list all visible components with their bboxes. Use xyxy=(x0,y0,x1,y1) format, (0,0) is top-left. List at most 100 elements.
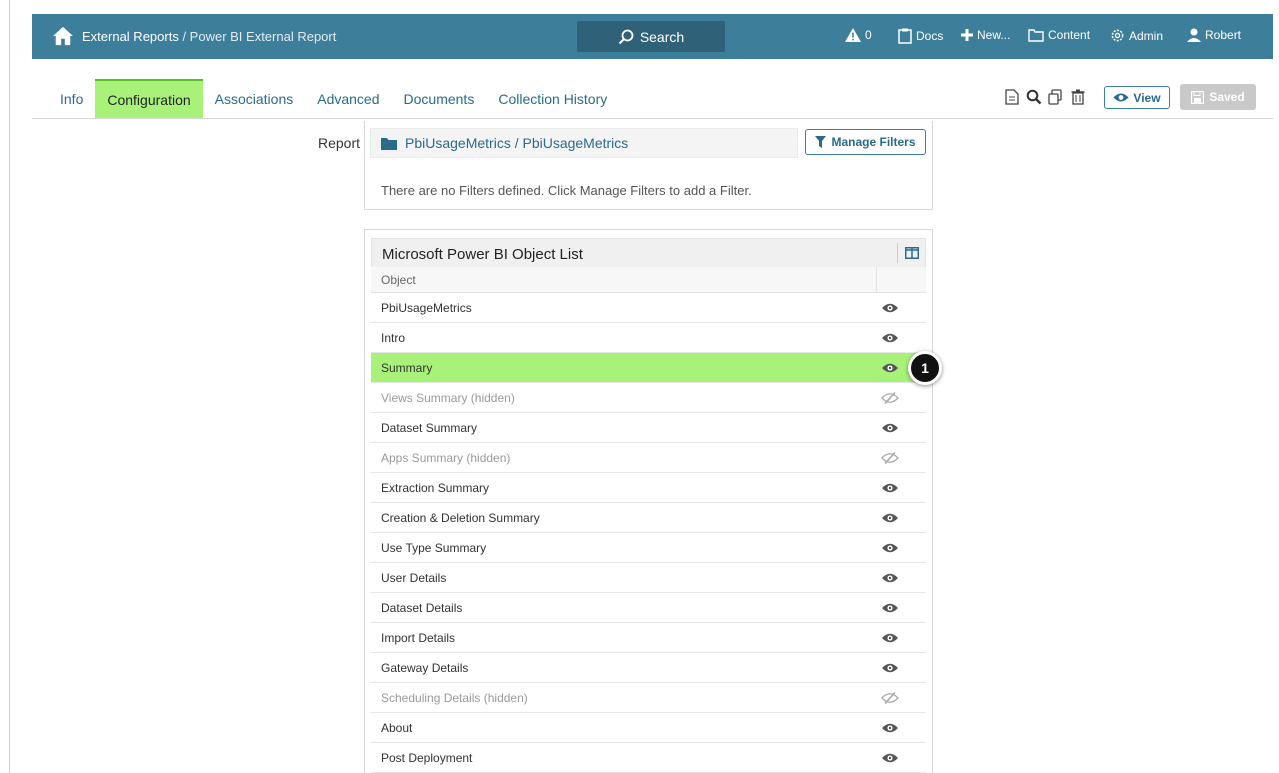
columns-icon[interactable] xyxy=(897,243,919,263)
object-row-label: Import Details xyxy=(381,631,456,645)
object-row[interactable]: Extraction Summary xyxy=(371,473,926,503)
object-row[interactable]: PbiUsageMetrics xyxy=(371,293,926,323)
breadcrumb-root[interactable]: External Reports xyxy=(82,29,179,44)
content-button[interactable]: Content xyxy=(1028,28,1090,42)
eye-icon[interactable] xyxy=(881,421,899,435)
folder-icon xyxy=(1028,29,1044,42)
tab-configuration[interactable]: Configuration xyxy=(95,79,203,119)
object-row-label: Summary xyxy=(381,361,433,375)
alerts-count: 0 xyxy=(865,28,872,42)
tab-collection-history[interactable]: Collection History xyxy=(486,79,619,119)
saved-label: Saved xyxy=(1209,90,1245,104)
warning-icon xyxy=(845,28,861,42)
object-row-label: Creation & Deletion Summary xyxy=(381,511,540,525)
eye-icon[interactable] xyxy=(881,541,899,555)
step-callout-badge: 1 xyxy=(908,351,942,385)
tab-bar: Info Configuration Associations Advanced… xyxy=(48,79,619,119)
object-list-title: Microsoft Power BI Object List xyxy=(382,246,583,263)
search-button[interactable]: Search xyxy=(577,21,725,52)
object-row-label: PbiUsageMetrics xyxy=(381,301,472,315)
eye-icon[interactable] xyxy=(881,331,899,345)
column-divider xyxy=(876,267,877,293)
clipboard-icon xyxy=(898,28,912,44)
eye-icon[interactable] xyxy=(881,631,899,645)
document-icon[interactable] xyxy=(1003,88,1021,106)
eye-slash-icon[interactable] xyxy=(881,391,899,405)
eye-icon[interactable] xyxy=(881,301,899,315)
home-icon[interactable] xyxy=(52,26,74,46)
object-row[interactable]: Intro xyxy=(371,323,926,353)
eye-slash-icon[interactable] xyxy=(881,451,899,465)
user-menu[interactable]: Robert xyxy=(1187,28,1241,42)
object-list-header: Microsoft Power BI Object List xyxy=(371,238,926,268)
object-row[interactable]: Dataset Summary xyxy=(371,413,926,443)
object-column-header[interactable]: Object xyxy=(371,267,926,293)
tab-advanced[interactable]: Advanced xyxy=(305,79,391,119)
object-row-label: Post Deployment xyxy=(381,751,473,765)
docs-button[interactable]: Docs xyxy=(898,28,943,44)
admin-button[interactable]: Admin xyxy=(1110,28,1163,43)
no-filters-message: There are no Filters defined. Click Mana… xyxy=(381,183,752,198)
window-edge xyxy=(9,0,10,773)
object-row[interactable]: Post Deployment xyxy=(371,743,926,773)
content-label: Content xyxy=(1048,28,1091,42)
saved-button: Saved xyxy=(1180,84,1256,110)
object-row-label: Views Summary (hidden) xyxy=(381,391,515,405)
search-icon[interactable] xyxy=(1025,88,1043,106)
object-row[interactable]: About xyxy=(371,713,926,743)
object-row-label: Extraction Summary xyxy=(381,481,490,495)
copy-icon[interactable] xyxy=(1047,88,1065,106)
object-row-label: Dataset Summary xyxy=(381,421,478,435)
object-row-label: User Details xyxy=(381,571,447,585)
object-row-label: About xyxy=(381,721,413,735)
object-row[interactable]: Dataset Details xyxy=(371,593,926,623)
search-label: Search xyxy=(639,28,685,45)
top-navigation-bar: External Reports / Power BI External Rep… xyxy=(32,14,1273,59)
object-row[interactable]: Views Summary (hidden) xyxy=(371,383,926,413)
new-button[interactable]: New... xyxy=(961,28,1010,42)
tab-divider xyxy=(32,118,1273,119)
tab-info[interactable]: Info xyxy=(48,79,95,119)
report-selector[interactable]: PbiUsageMetrics / PbiUsageMetrics xyxy=(370,128,798,158)
object-row-label: Apps Summary (hidden) xyxy=(381,451,511,465)
object-row[interactable]: Import Details xyxy=(371,623,926,653)
eye-icon[interactable] xyxy=(881,601,899,615)
gear-icon xyxy=(1111,29,1124,42)
filter-icon xyxy=(815,136,827,148)
view-label: View xyxy=(1133,90,1161,105)
breadcrumb-separator: / xyxy=(178,29,190,44)
report-path: PbiUsageMetrics / PbiUsageMetrics xyxy=(405,135,629,151)
admin-label: Admin xyxy=(1129,28,1164,43)
object-row[interactable]: User Details xyxy=(371,563,926,593)
user-icon xyxy=(1187,28,1201,42)
breadcrumb-current: Power BI External Report xyxy=(189,29,337,44)
eye-icon[interactable] xyxy=(881,571,899,585)
manage-filters-button[interactable]: Manage Filters xyxy=(805,129,926,155)
user-label: Robert xyxy=(1205,28,1242,42)
tab-documents[interactable]: Documents xyxy=(392,79,487,119)
alerts-button[interactable]: 0 xyxy=(845,28,872,42)
toolbar xyxy=(1003,88,1087,106)
eye-slash-icon[interactable] xyxy=(881,691,899,705)
eye-icon[interactable] xyxy=(881,721,899,735)
eye-icon[interactable] xyxy=(881,511,899,525)
manage-filters-label: Manage Filters xyxy=(831,135,916,149)
object-row[interactable]: Gateway Details xyxy=(371,653,926,683)
eye-icon[interactable] xyxy=(881,661,899,675)
view-button[interactable]: View xyxy=(1104,86,1170,109)
new-label: New... xyxy=(977,28,1011,42)
eye-icon[interactable] xyxy=(881,361,899,375)
object-row[interactable]: Apps Summary (hidden) xyxy=(371,443,926,473)
docs-label: Docs xyxy=(916,29,944,43)
object-row[interactable]: Summary xyxy=(371,353,926,383)
eye-icon[interactable] xyxy=(881,751,899,765)
object-row[interactable]: Creation & Deletion Summary xyxy=(371,503,926,533)
eye-icon[interactable] xyxy=(881,481,899,495)
folder-icon xyxy=(381,137,397,150)
object-row-label: Dataset Details xyxy=(381,601,463,615)
object-row[interactable]: Scheduling Details (hidden) xyxy=(371,683,926,713)
object-row[interactable]: Use Type Summary xyxy=(371,533,926,563)
tab-associations[interactable]: Associations xyxy=(203,79,306,119)
trash-icon[interactable] xyxy=(1069,88,1087,106)
plus-icon xyxy=(961,29,973,41)
